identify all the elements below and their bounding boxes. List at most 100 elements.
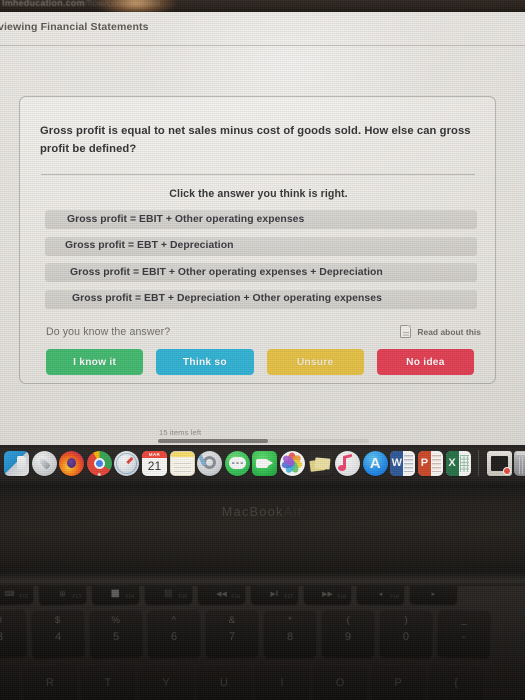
key-number: 6 (170, 630, 178, 644)
keyboard-key[interactable]: U (197, 663, 251, 700)
app-store-icon[interactable]: A (362, 450, 388, 476)
keyboard-key[interactable]: ^ 6 (147, 609, 201, 658)
key-letter: U (219, 676, 228, 690)
keyboard-key[interactable]: Y (139, 663, 193, 700)
safari-icon[interactable] (114, 450, 140, 476)
document-icon (400, 325, 412, 338)
key-index: F19 (390, 594, 399, 601)
app-store-glyph: A (369, 454, 381, 472)
key-index: F13 (72, 593, 82, 600)
keyboard-key[interactable]: I (255, 663, 309, 700)
key-index: F12 (19, 593, 29, 600)
powerpoint-glyph: P (417, 450, 431, 476)
answer-choice[interactable]: Gross profit = EBT + Depreciation + Othe… (45, 289, 477, 309)
answer-choice[interactable]: Gross profit = EBT + Depreciation (45, 236, 477, 256)
itunes-icon[interactable] (335, 450, 361, 476)
calendar-icon[interactable]: MAR 21 (141, 450, 167, 476)
keyboard-key[interactable]: P (371, 663, 425, 700)
instruction-text: Click the answer you think is right. (169, 188, 348, 200)
keyboard-number-row: # 3 $ 4 % 5 ^ 6 & 7 * 8 (9) 0 _ - (0, 609, 491, 658)
answer-choice-label: Gross profit = EBT + Depreciation + Othe… (72, 293, 382, 304)
progress-section: 15 items left (158, 428, 370, 443)
system-preferences-icon[interactable] (197, 450, 223, 476)
microsoft-excel-icon[interactable]: X (445, 450, 471, 476)
keyboard-letter-row: E R T Y U I O P { (0, 663, 483, 700)
key-symbol: ▸ (431, 590, 436, 599)
laptop-screen-bezel: MacBookAir (0, 487, 525, 573)
keyboard-key[interactable]: _ - (437, 609, 491, 658)
key-number: 3 (0, 630, 4, 644)
microsoft-word-icon[interactable]: W (390, 450, 416, 476)
running-indicator (98, 473, 101, 476)
browser-address-bar[interactable]: lmheducation.com/flow/connect.html (0, 0, 525, 12)
i-know-it-button[interactable]: I know it (46, 349, 144, 375)
key-index: F16 (231, 593, 241, 600)
keyboard-key[interactable]: & 7 (205, 609, 259, 658)
items-left-label: 15 items left (159, 428, 202, 437)
dock-divider (478, 450, 480, 476)
keyboard-key[interactable]: % 5 (89, 609, 143, 658)
page-title: eviewing Financial Statements (0, 21, 149, 33)
downloads-stack-icon[interactable] (486, 450, 512, 476)
progress-bar-fill (158, 439, 268, 443)
macos-dock: MAR 21 A W P X (0, 445, 525, 487)
key-letter: I (280, 676, 284, 690)
microsoft-powerpoint-icon[interactable]: P (417, 450, 443, 476)
answer-choice[interactable]: Gross profit = EBIT + Other operating ex… (45, 210, 477, 229)
header-divider (0, 45, 525, 46)
answer-choice-list: Gross profit = EBIT + Other operating ex… (45, 210, 477, 316)
chrome-icon[interactable] (86, 450, 112, 476)
key-number: 0 (402, 630, 410, 644)
key-symbol: $ (54, 614, 61, 627)
stickies-icon[interactable] (307, 450, 333, 476)
key-symbol: & (228, 614, 236, 627)
firefox-icon[interactable] (59, 450, 85, 476)
macbook-model-label: MacBookAir (0, 505, 525, 519)
key-letter: Y (162, 676, 170, 690)
page-header: eviewing Financial Statements (0, 12, 525, 45)
laptop-keyboard: ⌨ F12 ⊞ F13 ⬜ F14 ⬛ F15 ◀◀ F16 ▶‖ F17 ▶▶… (0, 578, 525, 700)
camera-icon (256, 458, 269, 468)
dock-icon-list: MAR 21 A W P X (4, 450, 525, 476)
notes-icon[interactable] (169, 450, 195, 476)
key-symbol: ) (404, 614, 408, 627)
key-symbol: ^ (171, 614, 177, 627)
key-number: 5 (112, 630, 120, 644)
question-divider (41, 174, 475, 175)
key-symbol: ( (346, 614, 350, 627)
key-letter: P (394, 676, 402, 690)
keyboard-key[interactable]: ) 0 (379, 609, 433, 658)
messages-icon[interactable] (224, 450, 250, 476)
keyboard-key[interactable]: # 3 (0, 609, 27, 658)
facetime-icon[interactable] (252, 450, 278, 476)
trash-icon[interactable] (514, 450, 525, 476)
question-text: Gross profit is equal to net sales minus… (40, 125, 471, 155)
key-number: - (461, 630, 466, 644)
unsure-button[interactable]: Unsure (266, 349, 364, 375)
keyboard-key[interactable]: ( 9 (321, 609, 375, 658)
calendar-day: 21 (147, 458, 162, 473)
key-letter: R (45, 676, 55, 690)
progress-bar-track (158, 439, 369, 443)
finder-icon[interactable] (4, 450, 29, 476)
key-letter: O (335, 676, 345, 690)
key-symbol: _ (461, 614, 468, 627)
key-index: F15 (178, 593, 188, 600)
no-idea-button[interactable]: No idea (376, 349, 474, 375)
read-about-this-link[interactable]: Read about this (400, 325, 481, 338)
url-domain: lmheducation.com (2, 0, 85, 8)
excel-glyph: X (445, 450, 459, 476)
key-letter: { (454, 676, 459, 690)
keyboard-key[interactable]: R (23, 663, 77, 700)
launchpad-icon[interactable] (31, 450, 57, 476)
keyboard-key[interactable]: O (313, 663, 367, 700)
photos-icon[interactable] (279, 450, 305, 476)
answer-choice[interactable]: Gross profit = EBIT + Other operating ex… (45, 263, 477, 282)
keyboard-key[interactable]: T (81, 663, 135, 700)
keyboard-key[interactable]: $ 4 (31, 609, 85, 658)
browser-url-text: lmheducation.com/flow/connect.html (2, 0, 160, 8)
think-so-button[interactable]: Think so (156, 349, 254, 375)
keyboard-key[interactable]: E (0, 663, 19, 700)
keyboard-key[interactable]: * 8 (264, 610, 316, 657)
keyboard-key[interactable]: { (429, 663, 483, 700)
